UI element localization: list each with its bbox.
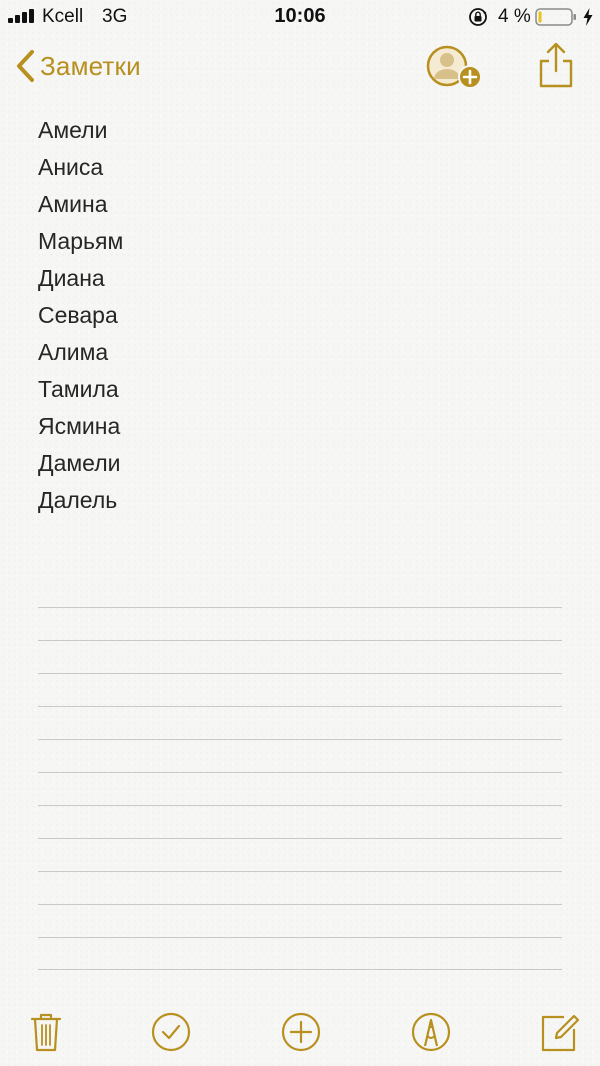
battery-icon	[535, 8, 576, 26]
add-people-icon[interactable]	[424, 42, 486, 94]
note-line: Аниса	[38, 154, 104, 180]
note-line: Ясмина	[38, 413, 121, 439]
note-line: Амина	[38, 191, 108, 217]
battery-percentage: 4 %	[498, 6, 531, 27]
add-icon[interactable]	[277, 1008, 325, 1056]
ruled-line	[38, 772, 562, 773]
note-line: Марьям	[38, 228, 124, 254]
note-line: Далель	[38, 487, 118, 513]
note-line: Тамила	[38, 376, 119, 402]
markup-icon[interactable]	[407, 1008, 455, 1056]
ruled-line	[38, 607, 562, 608]
back-button[interactable]: Заметки	[14, 46, 141, 86]
checklist-icon[interactable]	[147, 1008, 195, 1056]
note-line: Севара	[38, 302, 118, 328]
charging-bolt-icon	[583, 8, 593, 26]
note-body[interactable]: Амели Аниса Амина Марьям Диана Севара Ал…	[38, 112, 558, 519]
ruled-line	[38, 640, 562, 641]
status-bar: Kcell 3G 10:06 4 %	[0, 0, 600, 34]
trash-icon[interactable]	[22, 1008, 70, 1056]
ruled-line	[38, 904, 562, 905]
ruled-line	[38, 706, 562, 707]
ruled-line	[38, 871, 562, 872]
ruled-line	[38, 805, 562, 806]
ruled-line	[38, 969, 562, 970]
compose-icon[interactable]	[536, 1008, 584, 1056]
note-line: Дамели	[38, 450, 121, 476]
ruled-line	[38, 937, 562, 938]
ruled-line	[38, 838, 562, 839]
back-chevron-icon	[17, 50, 34, 82]
ruled-line	[38, 739, 562, 740]
note-line: Алима	[38, 339, 109, 365]
note-line: Амели	[38, 117, 108, 143]
share-icon[interactable]	[536, 42, 576, 90]
ruled-line	[38, 673, 562, 674]
back-button-label: Заметки	[40, 50, 141, 81]
orientation-lock-icon	[469, 8, 487, 26]
note-line: Диана	[38, 265, 105, 291]
